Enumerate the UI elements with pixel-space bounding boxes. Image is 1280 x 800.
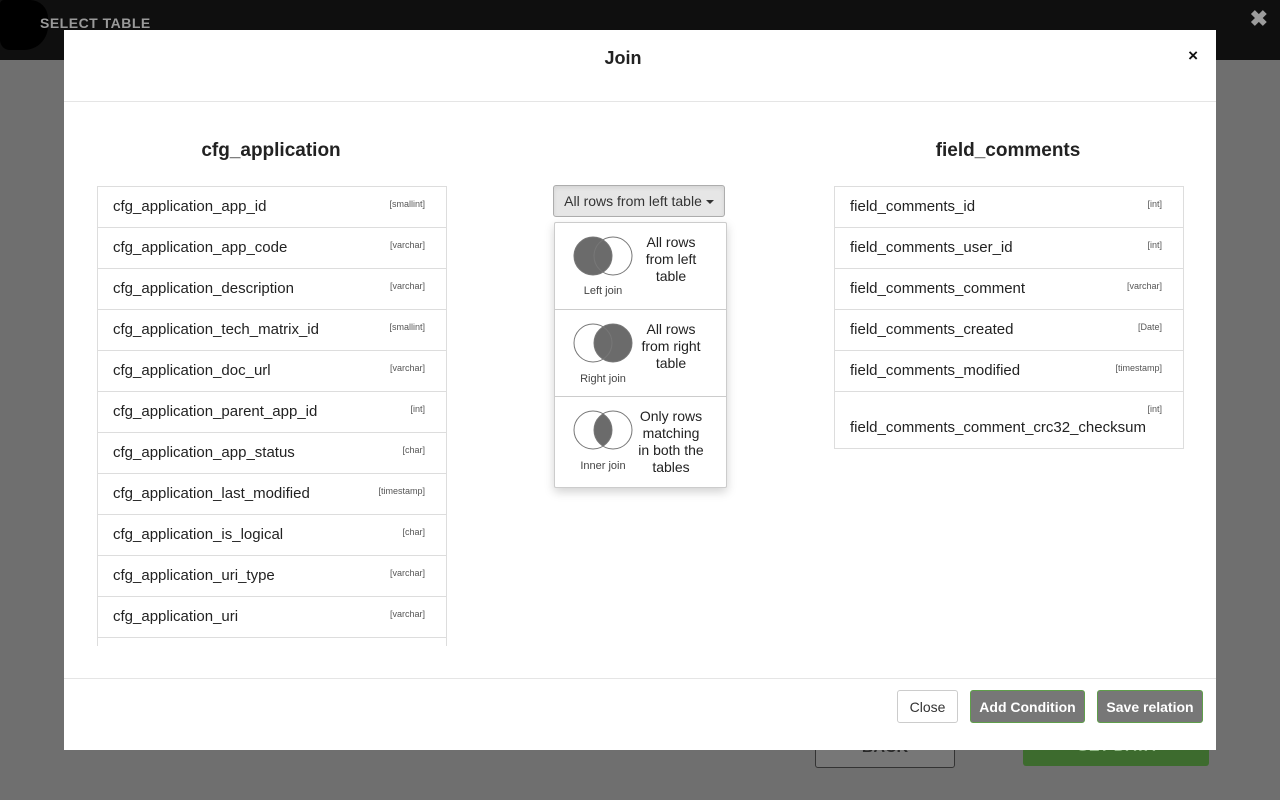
field-name: cfg_application_tech_matrix_id: [113, 321, 319, 338]
field-name: cfg_application_is_logical: [113, 526, 284, 543]
desc-line: matching: [642, 425, 700, 441]
left-field-list: cfg_application_app_id [smallint] cfg_app…: [97, 186, 447, 646]
field-type: [char]: [402, 445, 425, 455]
right-join-venn-icon: [573, 323, 633, 363]
left-field-row[interactable]: cfg_application_last_modified [timestamp]: [98, 474, 446, 515]
desc-line: in both the: [638, 442, 704, 458]
modal-close-icon[interactable]: ×: [1188, 46, 1198, 66]
field-type: [varchar]: [389, 609, 425, 619]
field-type: [Date]: [1137, 322, 1162, 332]
field-type: [int]: [1147, 404, 1162, 414]
field-name: cfg_application_uri_type: [113, 567, 275, 584]
right-field-row[interactable]: field_comments_user_id [int]: [835, 228, 1183, 269]
field-name: field_comments_user_id: [850, 239, 1013, 256]
save-relation-button[interactable]: Save relation: [1097, 690, 1203, 723]
desc-line: from right: [641, 338, 701, 354]
field-type: [char]: [402, 527, 425, 537]
join-option-name: Left join: [583, 285, 623, 297]
field-type: [varchar]: [1126, 281, 1162, 291]
join-type-menu: Left join All rows from left table Right…: [554, 222, 727, 488]
field-type: [varchar]: [389, 568, 425, 578]
join-option-inner[interactable]: Inner join Only rows matching in both th…: [555, 397, 726, 487]
desc-line: table: [655, 268, 687, 284]
field-name: cfg_application_parent_app_id: [113, 403, 318, 420]
field-name: field_comments_comment: [850, 280, 1026, 297]
left-field-row[interactable]: cfg_application_description [varchar]: [98, 269, 446, 310]
desc-line: All rows: [646, 234, 696, 250]
field-type: [int]: [410, 404, 425, 414]
desc-line: Only rows: [639, 408, 703, 424]
field-name: cfg_application_uri: [113, 608, 239, 625]
join-type-dropdown[interactable]: All rows from left table: [553, 185, 725, 217]
desc-line: table: [655, 355, 687, 371]
page-close-icon[interactable]: ✖: [1250, 8, 1268, 30]
field-type: [varchar]: [389, 363, 425, 373]
join-type-selected: All rows from left table: [564, 193, 702, 209]
right-table-title: field_comments: [935, 140, 1081, 161]
join-option-desc: All rows from right table: [637, 321, 705, 372]
left-join-venn-icon: [573, 236, 633, 276]
field-type: [varchar]: [389, 240, 425, 250]
left-field-row[interactable]: cfg_application_app_status [char]: [98, 433, 446, 474]
close-button[interactable]: Close: [897, 690, 958, 723]
field-name: cfg_application_app_id: [113, 198, 267, 215]
field-name: cfg_application_app_code: [113, 239, 288, 256]
join-option-left[interactable]: Left join All rows from left table: [555, 223, 726, 310]
field-type: [smallint]: [389, 199, 425, 209]
left-field-row[interactable]: cfg_application_is_logical [char]: [98, 515, 446, 556]
left-field-row[interactable]: cfg_application_tech_matrix_id [smallint]: [98, 310, 446, 351]
join-modal: Join × cfg_application field_comments cf…: [64, 30, 1216, 750]
left-field-row[interactable]: cfg_application_parent_app_id [int]: [98, 392, 446, 433]
field-type: [int]: [1147, 199, 1162, 209]
modal-footer: Close Add Condition Save relation: [64, 678, 1216, 751]
right-field-row[interactable]: field_comments_id [int]: [835, 187, 1183, 228]
left-table-title: cfg_application: [201, 140, 341, 161]
field-name: field_comments_comment_crc32_checksum: [850, 419, 1146, 436]
desc-line: tables: [652, 459, 690, 475]
field-name: cfg_application_app_status: [113, 444, 295, 461]
field-name: cfg_application_description: [113, 280, 294, 297]
join-option-desc: All rows from left table: [637, 234, 705, 285]
right-field-row[interactable]: field_comments_comment [varchar]: [835, 269, 1183, 310]
right-field-row[interactable]: field_comments_modified [timestamp]: [835, 351, 1183, 392]
field-type: [timestamp]: [1115, 363, 1162, 373]
field-name: field_comments_id: [850, 198, 976, 215]
field-name: cfg_application_last_modified: [113, 485, 310, 502]
field-type: [smallint]: [389, 322, 425, 332]
right-field-row[interactable]: field_comments_created [Date]: [835, 310, 1183, 351]
caret-down-icon: [705, 200, 714, 205]
join-option-right[interactable]: Right join All rows from right table: [555, 310, 726, 397]
right-field-list: field_comments_id [int] field_comments_us…: [834, 186, 1184, 449]
left-field-row[interactable]: cfg_application_app_id [smallint]: [98, 187, 446, 228]
field-type: [timestamp]: [378, 486, 425, 496]
modal-header: Join ×: [64, 30, 1216, 102]
field-type: [int]: [1147, 240, 1162, 250]
field-name: field_comments_modified: [850, 362, 1021, 379]
inner-join-venn-icon: [573, 410, 633, 450]
left-field-row[interactable]: cfg_application_uri [varchar]: [98, 597, 446, 638]
field-name: cfg_application_doc_url: [113, 362, 271, 379]
page-header-title: SELECT TABLE: [40, 15, 151, 31]
join-option-name: Right join: [580, 373, 626, 385]
join-option-desc: Only rows matching in both the tables: [637, 408, 705, 476]
left-field-row[interactable]: cfg_application_doc_url [varchar]: [98, 351, 446, 392]
right-field-row[interactable]: field_comments_comment_crc32_checksum [in…: [835, 392, 1183, 448]
modal-title: Join: [604, 48, 642, 68]
desc-line: All rows: [646, 321, 696, 337]
field-name: field_comments_created: [850, 321, 1014, 338]
left-field-row[interactable]: cfg_application_app_code [varchar]: [98, 228, 446, 269]
field-type: [varchar]: [389, 281, 425, 291]
desc-line: from left: [645, 251, 697, 267]
left-field-row[interactable]: cfg_application_uri_type [varchar]: [98, 556, 446, 597]
add-condition-button[interactable]: Add Condition: [970, 690, 1085, 723]
